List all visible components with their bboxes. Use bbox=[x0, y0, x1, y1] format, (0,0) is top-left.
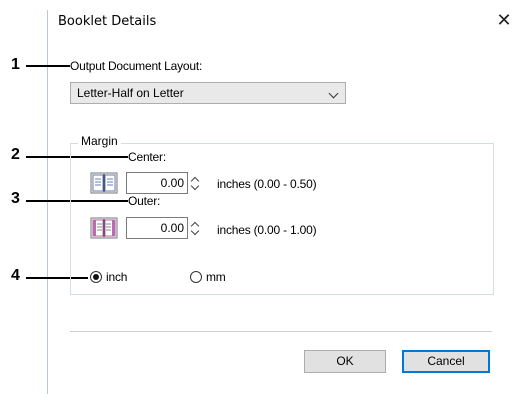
center-margin-spinner[interactable] bbox=[190, 172, 201, 194]
center-range-label: inches (0.00 - 0.50) bbox=[217, 177, 317, 191]
inch-radio-label[interactable]: inch bbox=[106, 270, 127, 284]
outer-range-label: inches (0.00 - 1.00) bbox=[217, 223, 317, 237]
outer-margin-input[interactable]: 0.00 bbox=[126, 217, 188, 239]
callout-number-1: 1 bbox=[11, 56, 20, 73]
callout-number-3: 3 bbox=[11, 190, 20, 207]
outer-margin-spinner[interactable] bbox=[190, 217, 201, 239]
spin-down-icon[interactable] bbox=[190, 181, 200, 191]
center-margin-input[interactable]: 0.00 bbox=[126, 172, 188, 194]
ok-button[interactable]: OK bbox=[304, 350, 386, 373]
booklet-center-icon bbox=[90, 172, 118, 194]
output-layout-value: Letter-Half on Letter bbox=[77, 86, 184, 100]
separator bbox=[70, 331, 492, 332]
spin-down-icon[interactable] bbox=[190, 226, 200, 236]
dialog-title: Booklet Details bbox=[58, 14, 157, 29]
inch-radio[interactable] bbox=[90, 271, 102, 283]
output-layout-label: Output Document Layout: bbox=[70, 59, 203, 73]
center-label: Center: bbox=[128, 150, 166, 164]
mm-radio[interactable] bbox=[190, 271, 202, 283]
callout-number-4: 4 bbox=[11, 267, 20, 284]
close-icon[interactable]: ✕ bbox=[493, 9, 515, 31]
dialog-border bbox=[47, 10, 48, 394]
cancel-button[interactable]: Cancel bbox=[402, 350, 490, 373]
output-layout-dropdown[interactable]: Letter-Half on Letter bbox=[70, 82, 346, 104]
callout-line-1 bbox=[26, 65, 70, 67]
outer-label: Outer: bbox=[128, 194, 161, 208]
callout-number-2: 2 bbox=[11, 146, 20, 163]
booklet-outer-icon bbox=[90, 217, 118, 239]
margin-group-title: Margin bbox=[78, 134, 121, 148]
mm-radio-label[interactable]: mm bbox=[206, 270, 226, 284]
chevron-down-icon bbox=[328, 88, 339, 99]
